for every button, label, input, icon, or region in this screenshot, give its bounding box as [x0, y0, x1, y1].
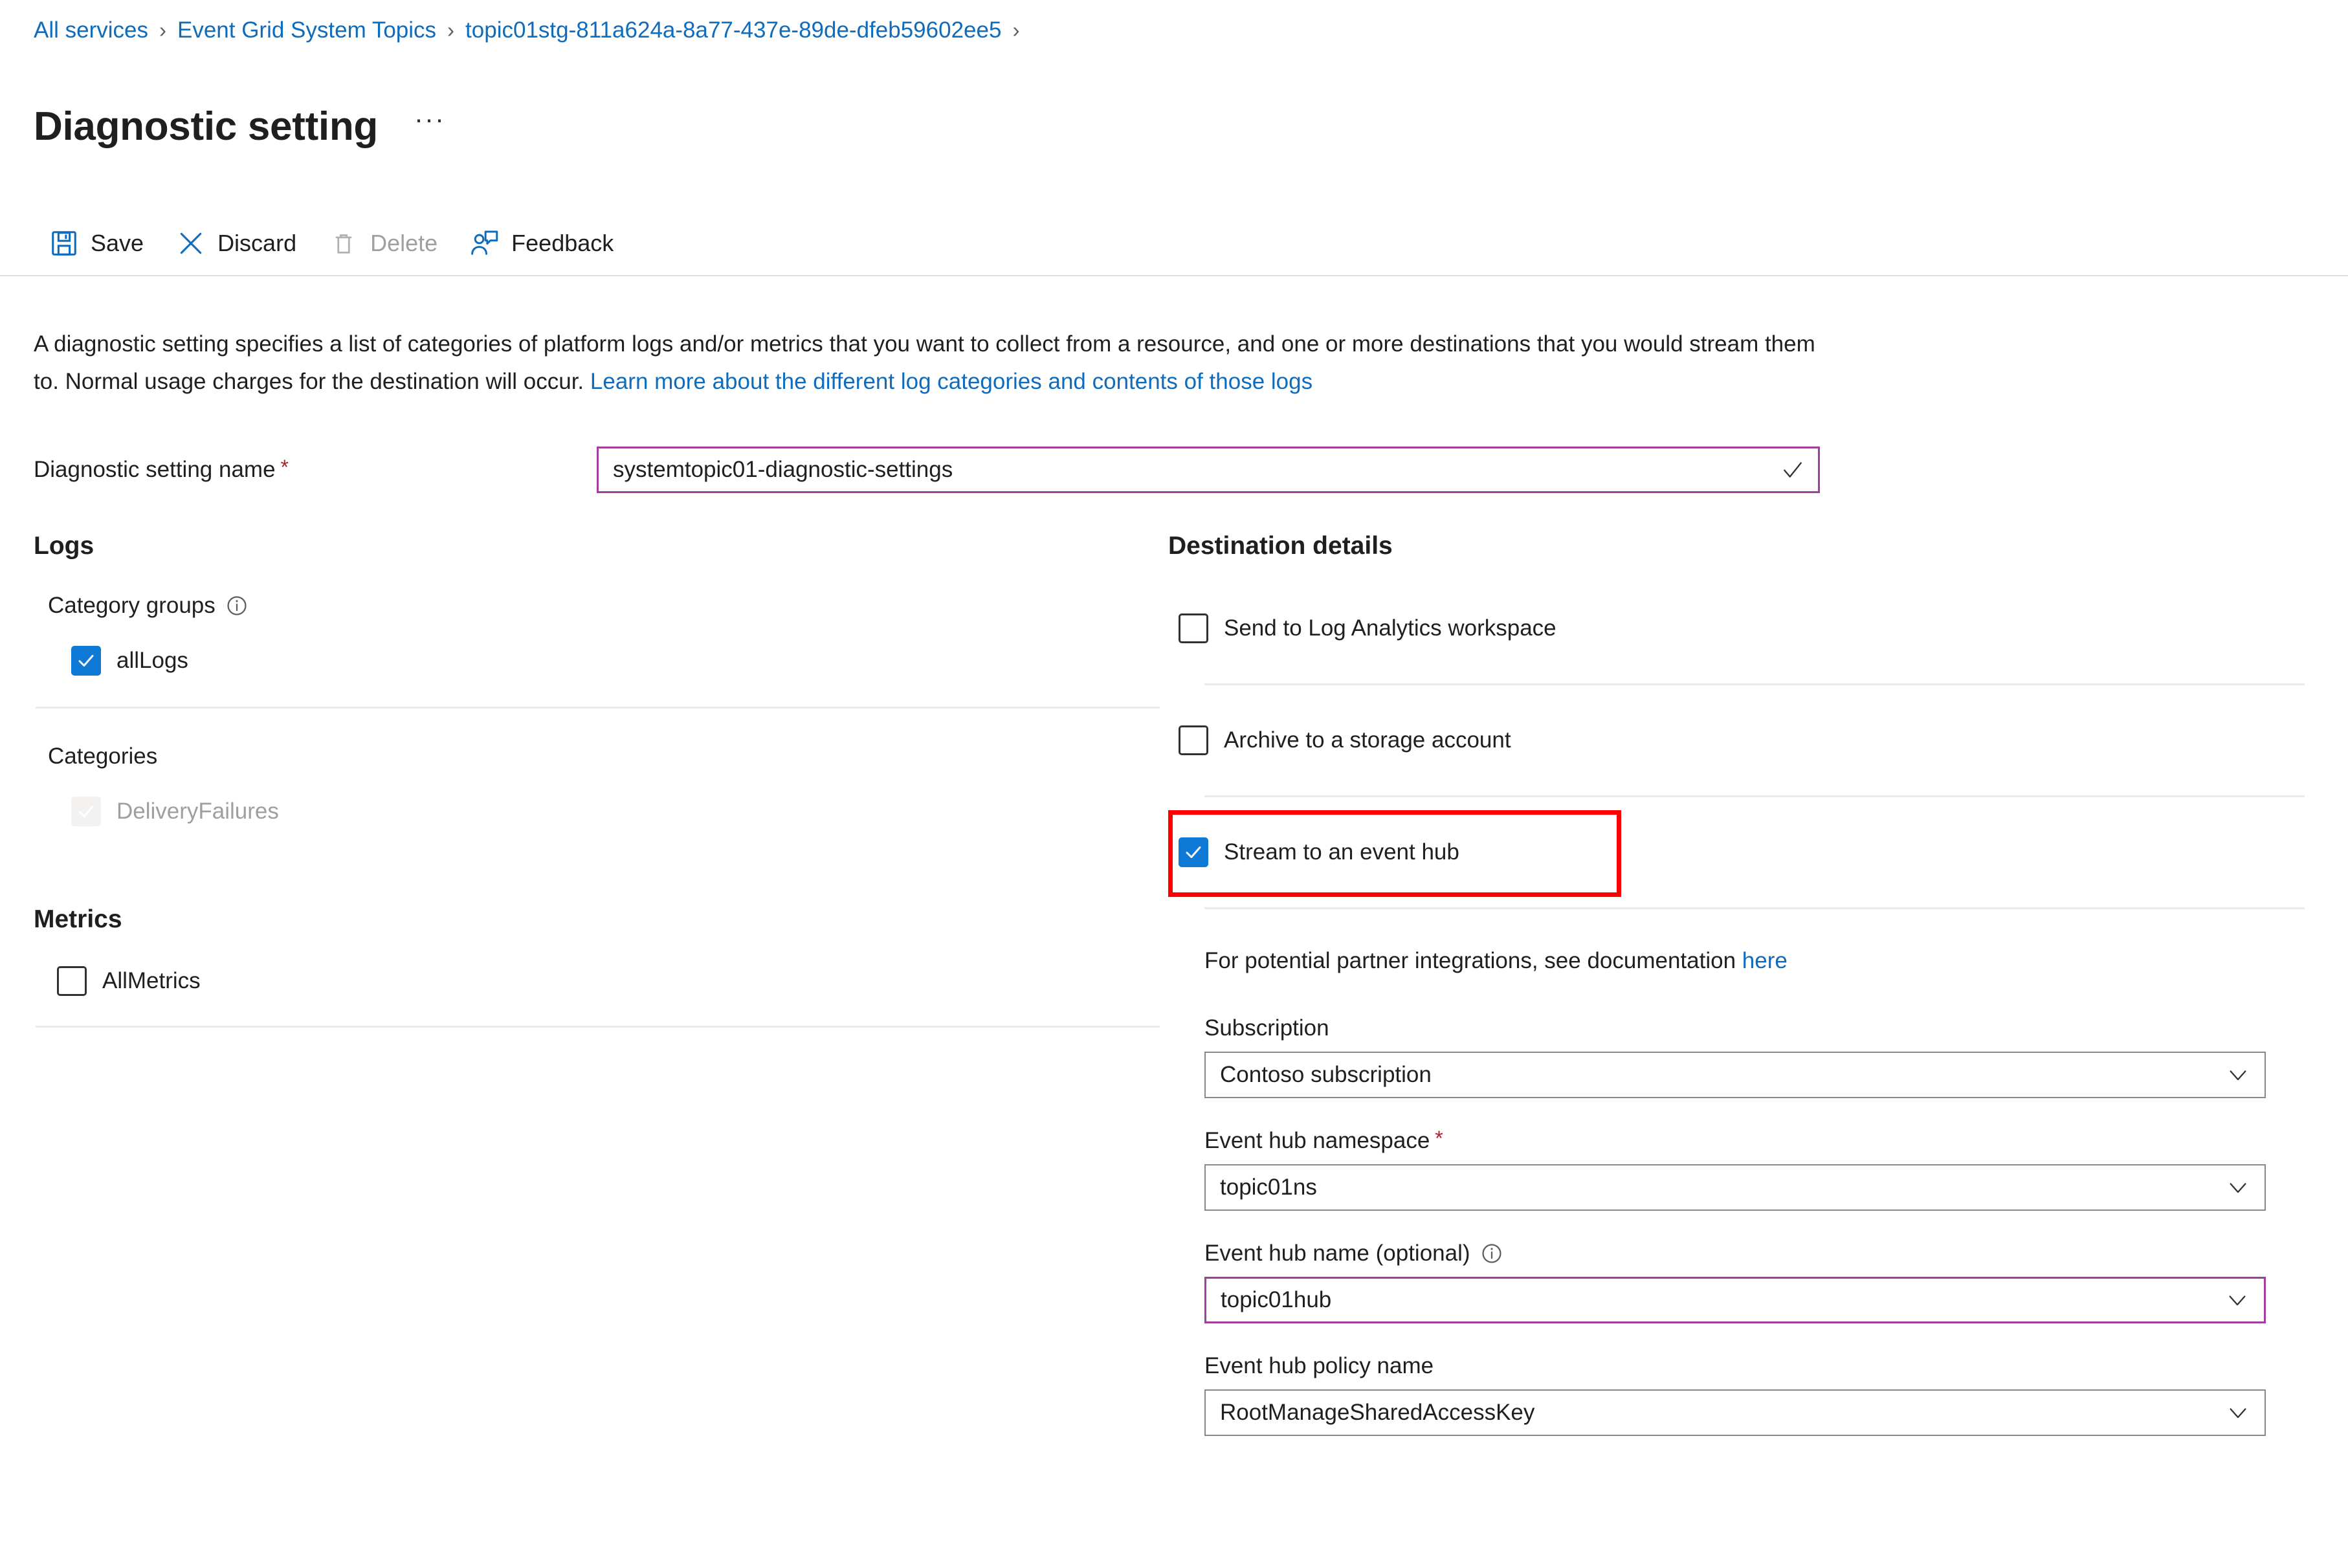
- event-hub-namespace-value: topic01ns: [1220, 1175, 1317, 1200]
- checkbox-row-deliveryfailures: DeliveryFailures: [71, 797, 1160, 826]
- checkbox-label-send-to-log-analytics: Send to Log Analytics workspace: [1224, 615, 1556, 641]
- discard-label: Discard: [217, 230, 297, 256]
- checkbox-label-archive-to-storage-account: Archive to a storage account: [1224, 727, 1511, 753]
- save-label: Save: [91, 230, 144, 256]
- command-bar: Save Discard Delete Feedback: [45, 214, 642, 273]
- subscription-value: Contoso subscription: [1220, 1062, 1432, 1087]
- destination-details-column: Destination details Send to Log Analytic…: [1168, 531, 2307, 1436]
- event-hub-name-value: topic01hub: [1221, 1287, 1332, 1312]
- metrics-section-title: Metrics: [34, 905, 122, 933]
- checkbox-archive-to-storage-account[interactable]: [1179, 725, 1208, 755]
- checkbox-allmetrics[interactable]: [57, 966, 87, 996]
- destination-divider-3: [1204, 907, 2305, 909]
- delete-button: Delete: [325, 216, 449, 271]
- breadcrumb-separator-icon: ›: [159, 18, 166, 42]
- diagnostic-setting-name-field[interactable]: [597, 447, 1820, 493]
- checkbox-row-storage-account[interactable]: Archive to a storage account: [1179, 725, 2307, 755]
- checkbox-row-allmetrics[interactable]: AllMetrics: [57, 966, 1160, 996]
- documentation-here-link[interactable]: here: [1742, 948, 1788, 973]
- destination-divider-2: [1204, 795, 2305, 797]
- diagnostic-setting-name-label-text: Diagnostic setting name: [34, 457, 276, 482]
- checkbox-label-deliveryfailures: DeliveryFailures: [116, 799, 279, 824]
- save-button[interactable]: Save: [45, 216, 155, 271]
- save-icon: [49, 228, 79, 258]
- breadcrumb-separator-icon: ›: [447, 18, 455, 42]
- category-groups-label: Category groups: [48, 593, 216, 618]
- destination-divider-1: [1204, 683, 2305, 685]
- event-hub-name-dropdown[interactable]: topic01hub: [1204, 1277, 2266, 1323]
- checkbox-label-stream-to-event-hub: Stream to an event hub: [1224, 839, 1459, 865]
- info-icon[interactable]: [226, 595, 248, 617]
- categories-label: Categories: [48, 744, 158, 769]
- event-hub-namespace-dropdown[interactable]: topic01ns: [1204, 1164, 2266, 1211]
- breadcrumb-item-topic[interactable]: topic01stg-811a624a-8a77-437e-89de-dfeb5…: [465, 17, 1001, 44]
- breadcrumb-separator-icon: ›: [1012, 18, 1020, 42]
- field-event-hub-name: Event hub name (optional) topic01hub: [1204, 1239, 2307, 1323]
- diagnostic-setting-name-row: Diagnostic setting name *: [34, 447, 1820, 493]
- delete-label: Delete: [370, 230, 438, 256]
- subscription-label: Subscription: [1204, 1015, 1329, 1041]
- checkbox-deliveryfailures: [71, 797, 101, 826]
- checkbox-row-alllogs[interactable]: allLogs: [71, 646, 1160, 676]
- checkbox-label-allmetrics: AllMetrics: [102, 968, 201, 993]
- description-paragraph: A diagnostic setting specifies a list of…: [34, 326, 1820, 401]
- field-subscription: Subscription Contoso subscription: [1204, 1014, 2307, 1098]
- checkbox-stream-to-event-hub[interactable]: [1179, 837, 1208, 867]
- required-indicator: *: [1435, 1127, 1443, 1150]
- field-event-hub-policy-name: Event hub policy name RootManageSharedAc…: [1204, 1352, 2307, 1436]
- logs-section-title: Logs: [34, 532, 94, 560]
- event-hub-policy-name-label: Event hub policy name: [1204, 1353, 1434, 1378]
- feedback-label: Feedback: [511, 230, 614, 256]
- destination-details-title: Destination details: [1168, 532, 1393, 560]
- close-icon: [176, 228, 206, 258]
- page-title: Diagnostic setting: [34, 104, 378, 149]
- more-options-icon[interactable]: ···: [408, 102, 452, 136]
- info-icon[interactable]: [1481, 1242, 1503, 1264]
- partner-integration-note: For potential partner integrations, see …: [1204, 947, 2307, 975]
- checkbox-row-log-analytics[interactable]: Send to Log Analytics workspace: [1179, 613, 2307, 643]
- checkbox-send-to-log-analytics[interactable]: [1179, 613, 1208, 643]
- learn-more-link[interactable]: Learn more about the different log categ…: [590, 369, 1312, 394]
- diagnostic-setting-name-input[interactable]: [599, 448, 1818, 491]
- field-event-hub-namespace: Event hub namespace * topic01ns: [1204, 1127, 2307, 1211]
- feedback-person-icon: [470, 228, 500, 258]
- subscription-dropdown[interactable]: Contoso subscription: [1204, 1052, 2266, 1098]
- logs-metrics-column: Logs Category groups allLogs Categories …: [34, 531, 1160, 1028]
- trash-icon: [329, 228, 359, 258]
- required-indicator: *: [280, 456, 289, 479]
- partner-integration-note-text: For potential partner integrations, see …: [1204, 948, 1742, 973]
- checkbox-label-alllogs: allLogs: [116, 648, 188, 673]
- event-hub-policy-name-value: RootManageSharedAccessKey: [1220, 1400, 1535, 1425]
- breadcrumb: All services › Event Grid System Topics …: [34, 17, 1030, 44]
- breadcrumb-item-all-services[interactable]: All services: [34, 17, 148, 44]
- breadcrumb-item-event-grid-system-topics[interactable]: Event Grid System Topics: [177, 17, 436, 44]
- checkbox-row-event-hub[interactable]: Stream to an event hub: [1179, 837, 2307, 867]
- feedback-button[interactable]: Feedback: [466, 216, 625, 271]
- category-groups-label-row: Category groups: [48, 591, 1160, 620]
- event-hub-namespace-label: Event hub namespace *: [1204, 1127, 2307, 1155]
- event-hub-name-label-text: Event hub name (optional): [1204, 1241, 1470, 1266]
- event-hub-policy-name-dropdown[interactable]: RootManageSharedAccessKey: [1204, 1389, 2266, 1436]
- event-hub-name-label: Event hub name (optional): [1204, 1239, 2307, 1268]
- page-header: Diagnostic setting ···: [34, 75, 452, 178]
- metrics-divider: [36, 1026, 1160, 1028]
- logs-divider: [36, 707, 1160, 709]
- discard-button[interactable]: Discard: [172, 216, 308, 271]
- diagnostic-setting-name-label: Diagnostic setting name *: [34, 456, 597, 483]
- command-bar-divider: [0, 275, 2348, 276]
- checkbox-alllogs[interactable]: [71, 646, 101, 676]
- event-hub-namespace-label-text: Event hub namespace: [1204, 1128, 1430, 1153]
